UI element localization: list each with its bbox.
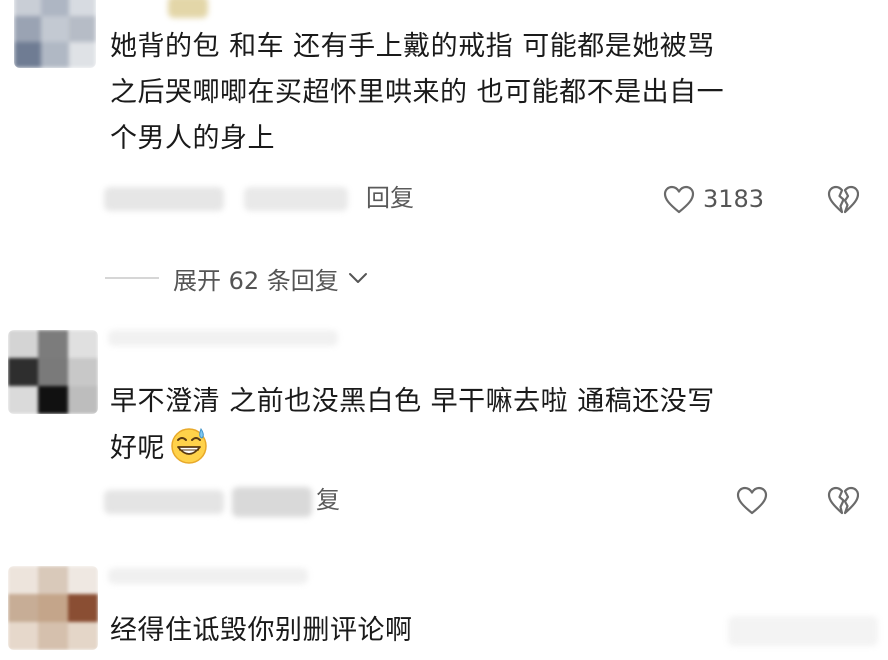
timestamp-blur [104,187,224,211]
comment-line: 经得住诋毁你别删评论啊 [110,615,413,646]
expand-replies-button[interactable]: 展开 62 条回复 [105,258,369,298]
location-blur [232,487,312,517]
comment-body: 经得住诋毁你别删评论啊 [110,608,413,654]
comment-line: 好呢 [110,433,165,464]
comment-line: 早不澄清 之前也没黑白色 早干嘛去啦 通稿还没写 [110,386,715,417]
comment-line: 个男人的身上 [110,123,275,154]
expand-divider [105,277,159,279]
timestamp-blur [104,490,224,514]
username-blur [168,0,208,18]
broken-heart-icon[interactable] [827,486,859,516]
grinning-sweat-emoji-icon [171,427,207,464]
expand-replies-label: 展开 62 条回复 [173,266,339,295]
like-count: 3183 [703,185,765,213]
comment-body: 她背的包 和车 还有手上戴的戒指 可能都是她被骂 之后哭唧唧在买超怀里哄来的 也… [110,24,724,162]
comment-line-with-emoji: 好呢 [110,425,715,472]
avatar[interactable] [14,0,96,68]
comment-line: 她背的包 和车 还有手上戴的戒指 可能都是她被骂 [110,31,715,62]
location-blur [244,187,348,211]
comment-line: 之后哭唧唧在买超怀里哄来的 也可能都不是出自一 [110,77,725,108]
chevron-down-icon [348,273,367,283]
avatar[interactable] [8,330,98,414]
reply-button[interactable]: 回复 [366,183,414,213]
comment-body: 早不澄清 之前也没黑白色 早干嘛去啦 通稿还没写 好呢 [110,379,715,472]
reply-button[interactable]: 复 [316,485,340,515]
heart-icon[interactable] [663,185,695,215]
username-blur [108,568,308,584]
broken-heart-icon[interactable] [827,185,859,215]
username-blur [108,330,338,346]
watermark-blur [728,616,878,646]
avatar[interactable] [8,566,98,650]
heart-icon[interactable] [736,486,768,516]
